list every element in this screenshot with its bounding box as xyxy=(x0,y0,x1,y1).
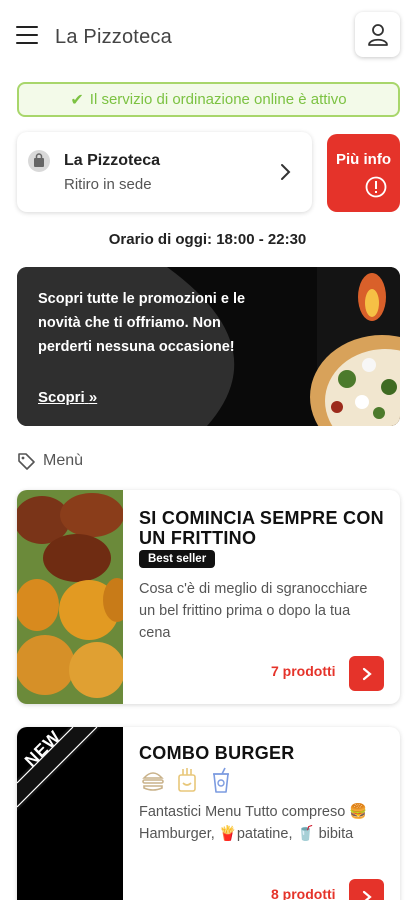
promo-text: Scopri tutte le promozioni e le novità c… xyxy=(38,291,246,355)
chevron-right-icon xyxy=(362,667,372,680)
check-icon: ✔ xyxy=(70,91,84,109)
category-card-combo-burger[interactable]: NEW COMBO BURGER Fantastici Menu Tutto c… xyxy=(17,727,400,900)
burger-icon xyxy=(142,772,164,791)
product-count: 8 prodotti xyxy=(271,886,336,900)
drink-icon xyxy=(213,767,229,793)
more-info-label: Più info xyxy=(336,151,391,168)
open-category-button[interactable] xyxy=(349,656,384,691)
promo-discover-link[interactable]: Scopri » xyxy=(38,389,97,406)
store-pickup-mode: Ritiro in sede xyxy=(64,176,152,193)
online-ordering-status-banner: ✔ Il servizio di ordinazione online è at… xyxy=(17,82,400,117)
fries-icon xyxy=(178,768,196,792)
chevron-right-icon xyxy=(362,890,372,900)
category-description: Fantastici Menu Tutto compreso 🍔Hamburge… xyxy=(139,804,368,842)
hamburger-menu-icon[interactable] xyxy=(16,26,38,44)
tag-icon xyxy=(18,453,35,470)
double-chevron-right-icon: » xyxy=(88,389,98,406)
menu-heading: Menù xyxy=(17,450,83,472)
menu-heading-label: Menù xyxy=(43,452,84,469)
store-name: La Pizzoteca xyxy=(64,152,161,169)
best-seller-badge: Best seller xyxy=(139,550,216,568)
category-title: SI COMINCIA SEMPRE CON UN FRITTINO xyxy=(139,508,384,548)
combo-icons xyxy=(141,767,233,793)
more-info-button[interactable]: Più info xyxy=(327,134,400,212)
shopping-bag-icon xyxy=(28,150,50,172)
user-icon xyxy=(367,23,388,46)
product-count: 7 prodotti xyxy=(271,663,336,679)
opening-hours: Orario di oggi: 18:00 - 22:30 xyxy=(108,231,307,248)
category-description: Cosa c'è di meglio di sgranocchiare un b… xyxy=(139,581,368,641)
user-account-button[interactable] xyxy=(355,12,400,57)
status-text: Il servizio di ordinazione online è atti… xyxy=(89,91,347,108)
category-card-frittino[interactable]: SI COMINCIA SEMPRE CON UN FRITTINO Best … xyxy=(17,490,400,704)
app-title: La Pizzoteca xyxy=(55,26,172,48)
chevron-right-icon xyxy=(281,164,291,180)
promo-banner[interactable]: Scopri tutte le promozioni e le novità c… xyxy=(17,267,400,426)
fried-food-image xyxy=(17,490,123,704)
promo-link-label: Scopri xyxy=(38,389,85,406)
info-circle-icon xyxy=(365,176,387,198)
category-title: COMBO BURGER xyxy=(139,743,295,763)
store-selector-card[interactable]: La Pizzoteca Ritiro in sede xyxy=(17,132,312,212)
open-category-button[interactable] xyxy=(349,879,384,900)
top-bar: La Pizzoteca xyxy=(0,0,415,76)
